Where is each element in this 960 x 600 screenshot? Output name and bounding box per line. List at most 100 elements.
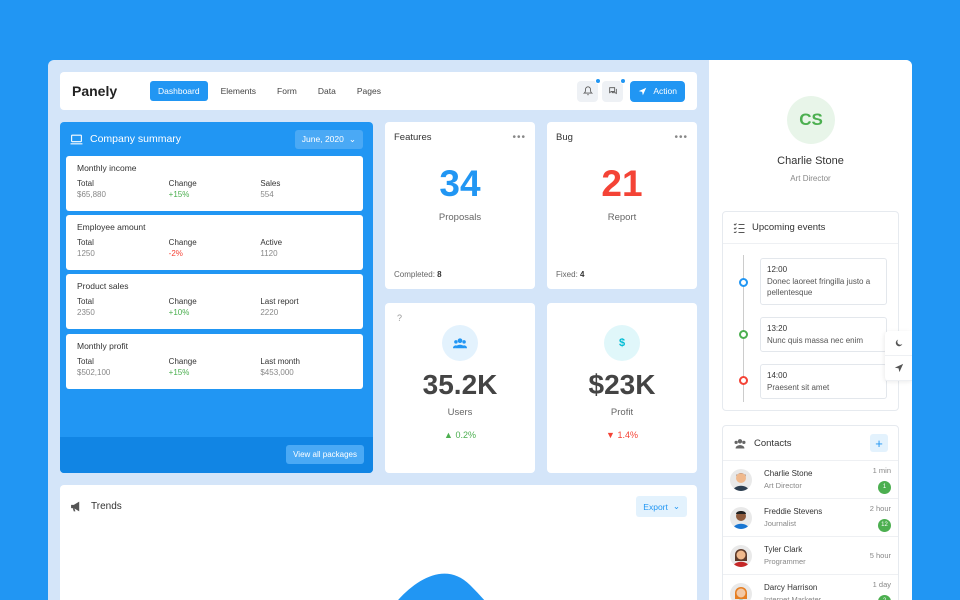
stat-card-employee-amount: Employee amount Total 1250 Change -2% Acti… <box>66 215 363 270</box>
contact-name: Tyler Clark <box>764 545 803 554</box>
avatar <box>730 582 752 600</box>
contacts-box: Contacts + Charlie Stone Art Director 1 m… <box>722 425 899 600</box>
nav-form[interactable]: Form <box>269 81 305 101</box>
action-button[interactable]: Action <box>630 80 685 102</box>
summary-footer: View all packages <box>60 437 373 473</box>
profit-card: $ $23K Profit ▼ 1.4% <box>547 303 697 473</box>
footer-value: 4 <box>580 270 585 279</box>
contact-item[interactable]: Charlie Stone Art Director 1 min 1 <box>723 460 898 498</box>
stat-change: -2% <box>168 249 183 258</box>
contact-item[interactable]: Tyler Clark Programmer 5 hour <box>723 536 898 574</box>
event-time: 14:00 <box>767 371 788 380</box>
nav-data[interactable]: Data <box>310 81 344 101</box>
bug-label: Report <box>607 212 637 223</box>
messages-button[interactable] <box>602 77 627 102</box>
upcoming-events-box: Upcoming events 12:00 Donec laoreet frin… <box>722 211 899 411</box>
stat-card-monthly-profit: Monthly profit Total $502,100 Change +15% … <box>66 334 363 389</box>
date-label: June, 2020 <box>301 134 344 144</box>
users-card: ? 35.2K Users ▲ 0.2% <box>385 303 535 473</box>
users-icon-circle <box>442 325 478 361</box>
event-text: Praesent sit amet <box>767 382 830 392</box>
profile-name: Charlie Stone <box>777 155 844 167</box>
event-item[interactable]: 13:20 Nunc quis massa nec enim <box>760 317 887 353</box>
bug-footer: Fixed: 4 <box>556 270 584 279</box>
stat-title: Product sales <box>77 281 129 291</box>
event-item[interactable]: 12:00 Donec laoreet fringilla justo a pe… <box>760 258 887 305</box>
stat-card-product-sales: Product sales Total 2350 Change +10% Last … <box>66 274 363 329</box>
stat-value: 554 <box>260 190 274 199</box>
contacts-title: Contacts <box>754 437 792 449</box>
stat-value: $453,000 <box>260 368 294 377</box>
send-tool[interactable] <box>885 356 912 381</box>
event-text: Donec laoreet fringilla justo a pellente… <box>767 276 871 298</box>
top-navbar: Panely Dashboard Elements Form Data Page… <box>60 72 697 110</box>
users-value: 35.2K <box>422 369 498 400</box>
unread-badge: 2 <box>878 594 891 600</box>
contact-item[interactable]: Darcy Harrison Internet Marketer 1 day 2 <box>723 574 898 600</box>
contact-time: 1 min <box>872 465 891 475</box>
timeline-dot <box>739 278 748 287</box>
features-label: Proposals <box>438 212 482 223</box>
users-change: ▲ 0.2% <box>385 430 535 440</box>
date-dropdown[interactable]: June, 2020 ⌄ <box>294 129 363 149</box>
event-time: 13:20 <box>767 324 788 333</box>
stat-label: Last report <box>260 297 299 306</box>
stat-label: Active <box>260 238 283 247</box>
dollar-icon: $ <box>618 337 626 349</box>
help-icon[interactable]: ? <box>397 313 402 323</box>
card-title: Bug <box>556 132 573 143</box>
profile-avatar[interactable]: CS <box>787 96 835 144</box>
logo[interactable]: Panely <box>72 83 150 99</box>
footer-value: 8 <box>437 270 442 279</box>
users-change-value: 0.2% <box>455 430 476 440</box>
avatar <box>730 544 752 567</box>
stat-change: +10% <box>168 308 190 317</box>
contact-time: 2 hour <box>869 503 891 513</box>
stat-label: Change <box>168 297 197 306</box>
footer-label: Fixed: <box>556 270 578 279</box>
stat-value: 2350 <box>77 308 95 317</box>
stat-label: Total <box>77 357 94 366</box>
more-icon[interactable]: ••• <box>674 132 688 143</box>
stat-label: Last month <box>260 357 300 366</box>
stat-change: +15% <box>168 190 190 199</box>
stat-label: Sales <box>260 179 281 188</box>
timeline-dot <box>739 376 748 385</box>
nav-dashboard[interactable]: Dashboard <box>150 81 208 101</box>
contact-name: Darcy Harrison <box>764 583 818 592</box>
stat-title: Employee amount <box>77 222 146 232</box>
contact-role: Art Director <box>764 481 802 490</box>
contact-role: Journalist <box>764 519 797 528</box>
contact-role: Programmer <box>764 557 806 566</box>
stat-label: Change <box>168 238 197 247</box>
trends-panel: Trends Export ⌄ <box>60 485 697 600</box>
laptop-icon <box>70 134 83 144</box>
dark-mode-toggle[interactable] <box>885 331 912 356</box>
avatar <box>730 506 752 529</box>
view-all-packages-button[interactable]: View all packages <box>286 445 364 464</box>
contact-role: Internet Marketer <box>764 595 822 600</box>
nav-pages[interactable]: Pages <box>349 81 389 101</box>
nav-elements[interactable]: Elements <box>213 81 264 101</box>
side-toolbar <box>885 331 912 381</box>
event-text: Nunc quis massa nec enim <box>767 335 864 345</box>
users-icon <box>453 338 467 349</box>
right-panel: CS Charlie Stone Art Director Upcoming e… <box>709 60 912 600</box>
bug-number: 21 <box>601 163 643 204</box>
stat-value: $502,100 <box>77 368 111 377</box>
stat-label: Total <box>77 179 94 188</box>
stat-value: 1250 <box>77 249 95 258</box>
trends-chart <box>398 573 485 600</box>
profit-change: ▼ 1.4% <box>547 430 697 440</box>
moon-icon <box>895 339 902 347</box>
notification-dot <box>595 77 602 84</box>
add-contact-button[interactable]: + <box>870 434 888 452</box>
notifications-button[interactable] <box>577 77 602 102</box>
contact-name: Charlie Stone <box>764 469 813 478</box>
more-icon[interactable]: ••• <box>512 132 526 143</box>
contact-item[interactable]: Freddie Stevens Journalist 2 hour 12 <box>723 498 898 536</box>
chat-icon <box>609 87 617 95</box>
event-item[interactable]: 14:00 Praesent sit amet <box>760 364 887 400</box>
contact-name: Freddie Stevens <box>764 507 823 516</box>
trend-peak-1 <box>398 573 485 600</box>
